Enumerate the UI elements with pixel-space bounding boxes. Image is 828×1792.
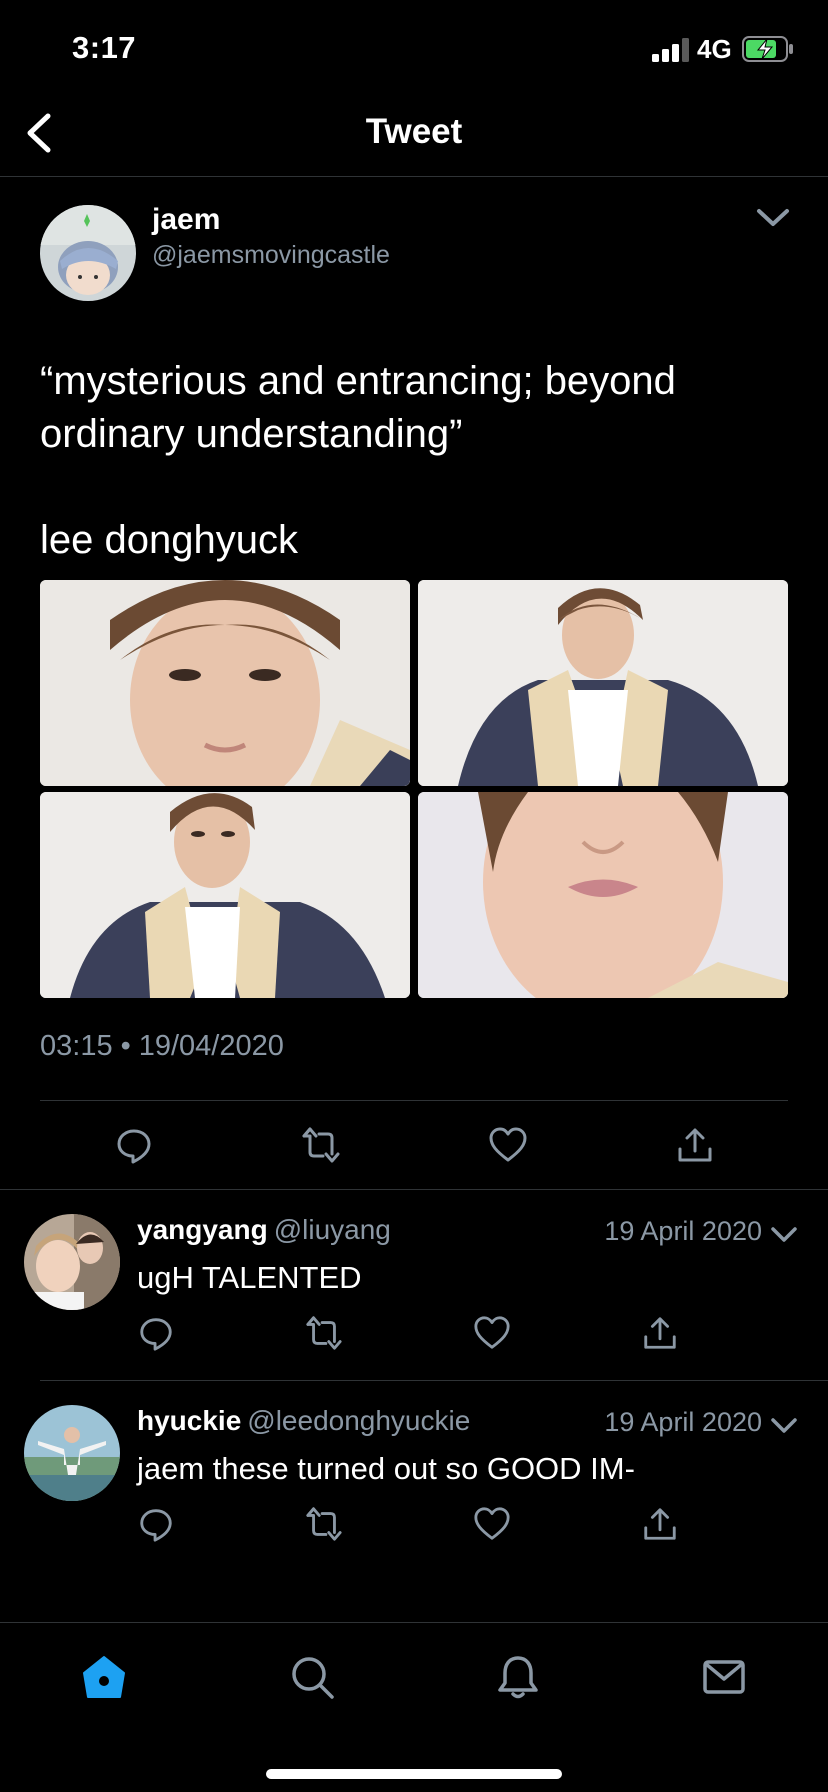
tweet-date: 19/04/2020 [138, 1030, 284, 1062]
retweet-icon[interactable] [301, 1125, 341, 1165]
reply-date: 19 April 2020 [604, 1407, 762, 1437]
messages-icon[interactable] [700, 1653, 748, 1701]
reply-author[interactable]: hyuckie @leedonghyuckie [137, 1405, 470, 1437]
chevron-down-icon[interactable] [770, 1417, 798, 1435]
reply-author-handle: @liuyang [273, 1214, 391, 1245]
chevron-down-icon[interactable] [756, 207, 790, 229]
home-icon[interactable] [80, 1653, 128, 1701]
tweet-time: 03:15 [40, 1030, 113, 1062]
reply-avatar[interactable] [24, 1405, 120, 1501]
reply-icon[interactable] [137, 1505, 175, 1543]
divider [40, 1100, 788, 1101]
author-name[interactable]: jaem [152, 203, 220, 237]
reply-avatar[interactable] [24, 1214, 120, 1310]
reply-text: ugH TALENTED [137, 1260, 362, 1295]
share-icon[interactable] [641, 1505, 679, 1543]
reply-author-handle: @leedonghyuckie [247, 1405, 471, 1436]
reply-icon[interactable] [137, 1314, 175, 1352]
reply-text: jaem these turned out so GOOD IM- [137, 1451, 635, 1486]
reply-actions [137, 1314, 697, 1358]
status-bar: 3:17 4G [0, 0, 828, 100]
tweet-photo-2[interactable] [418, 580, 788, 786]
tab-bar [0, 1622, 828, 1792]
search-icon[interactable] [288, 1653, 336, 1701]
status-time: 3:17 [72, 30, 137, 65]
notifications-icon[interactable] [494, 1653, 542, 1701]
tweet-photo-4[interactable] [418, 792, 788, 998]
like-icon[interactable] [473, 1314, 511, 1352]
chevron-down-icon[interactable] [770, 1226, 798, 1244]
author-avatar[interactable] [40, 205, 136, 301]
tweet-actions [40, 1103, 788, 1189]
author-handle[interactable]: @jaemsmovingcastle [152, 241, 390, 270]
share-icon[interactable] [675, 1125, 715, 1165]
reply-author-name: hyuckie [137, 1405, 242, 1436]
reply-author-name: yangyang [137, 1214, 268, 1245]
reply-actions [137, 1505, 697, 1549]
reply-date: 19 April 2020 [604, 1216, 762, 1246]
reply-icon[interactable] [114, 1125, 154, 1165]
network-label: 4G [697, 34, 732, 64]
media-grid [40, 580, 788, 998]
tweet-timestamp: 03:15 • 19/04/2020 [40, 1030, 284, 1063]
battery-charging-icon [742, 36, 793, 62]
nav-header: Tweet [0, 100, 828, 177]
home-indicator[interactable] [266, 1769, 562, 1779]
reply-tweet[interactable]: yangyang @liuyang 19 April 2020 ugH TALEN… [0, 1190, 828, 1380]
meta-separator: • [120, 1030, 131, 1062]
retweet-icon[interactable] [305, 1505, 343, 1543]
tweet-text: “mysterious and entrancing; beyond ordin… [40, 359, 676, 562]
page-title: Tweet [365, 112, 463, 151]
reply-author[interactable]: yangyang @liuyang [137, 1214, 391, 1246]
tweet-photo-1[interactable] [40, 580, 410, 786]
reply-tweet[interactable]: hyuckie @leedonghyuckie 19 April 2020 jae… [0, 1381, 828, 1571]
signal-bars-icon [652, 38, 689, 62]
like-icon[interactable] [473, 1505, 511, 1543]
retweet-icon[interactable] [305, 1314, 343, 1352]
like-icon[interactable] [488, 1125, 528, 1165]
share-icon[interactable] [641, 1314, 679, 1352]
tweet-photo-3[interactable] [40, 792, 410, 998]
